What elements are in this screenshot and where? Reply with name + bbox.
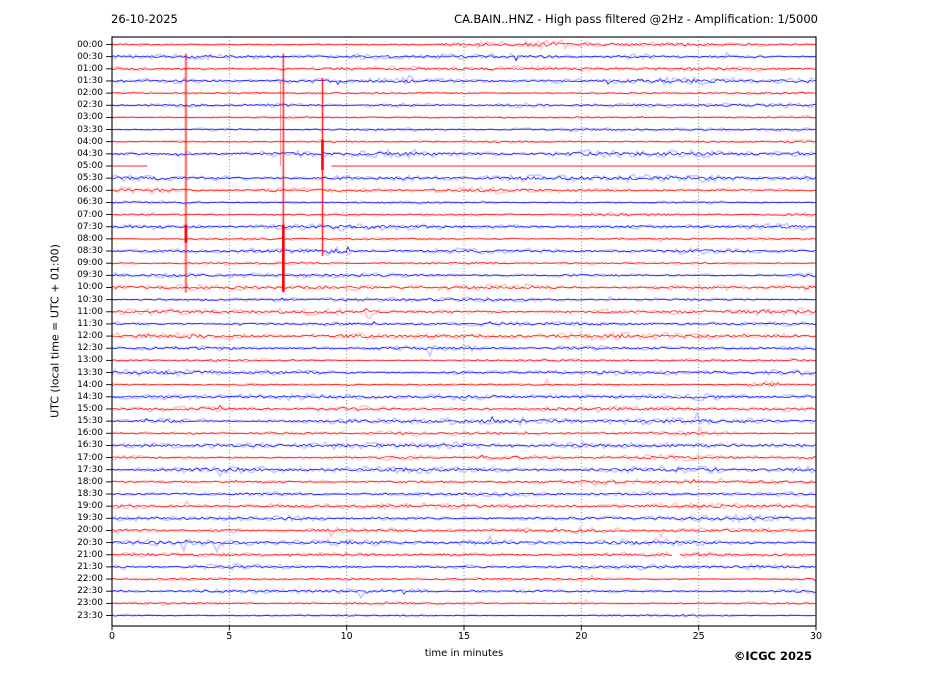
y-tick-label: 00:30: [77, 51, 103, 62]
y-tick-label: 23:00: [77, 598, 103, 609]
x-tick-label: 20: [575, 631, 588, 642]
y-tick-label: 07:30: [77, 221, 103, 232]
y-tick-label: 09:00: [77, 258, 103, 269]
y-tick-label: 15:30: [77, 416, 103, 427]
y-tick-label: 13:00: [77, 355, 103, 366]
y-tick-label: 04:00: [77, 136, 103, 147]
y-tick-label: 22:00: [77, 574, 103, 585]
y-tick-label: 05:30: [77, 173, 103, 184]
y-tick-label: 02:00: [77, 88, 103, 99]
y-tick-label: 19:00: [77, 501, 103, 512]
y-tick-label: 14:00: [77, 379, 103, 390]
y-tick-label: 12:00: [77, 331, 103, 342]
y-tick-label: 15:00: [77, 403, 103, 414]
x-axis-label: time in minutes: [424, 648, 504, 659]
y-tick-label: 17:00: [77, 452, 103, 463]
x-tick-label: 15: [457, 631, 471, 642]
y-tick-label: 18:00: [77, 476, 103, 487]
y-tick-label: 12:30: [77, 343, 103, 354]
y-tick-label: 04:30: [77, 148, 103, 159]
y-tick-label: 16:00: [77, 428, 103, 439]
y-tick-label: 16:30: [77, 440, 103, 451]
y-tick-label: 06:00: [77, 185, 103, 196]
y-tick-label: 10:30: [77, 294, 103, 305]
copyright-label: ©ICGC 2025: [733, 649, 812, 663]
y-tick-label: 20:00: [77, 525, 103, 536]
y-tick-label: 17:30: [77, 464, 103, 475]
x-tick-label: 10: [340, 631, 353, 642]
y-tick-label: 20:30: [77, 537, 103, 548]
y-tick-label: 06:30: [77, 197, 103, 208]
y-tick-label: 22:30: [77, 586, 103, 597]
y-tick-label: 19:30: [77, 513, 103, 524]
seismogram-figure: 26-10-2025 CA.BAIN..HNZ - High pass filt…: [0, 0, 927, 696]
y-tick-label: 18:30: [77, 489, 103, 499]
y-tick-label: 11:30: [77, 318, 103, 329]
y-tick-label: 08:00: [77, 233, 103, 244]
y-tick-label: 05:00: [77, 160, 103, 171]
y-tick-label: 03:00: [77, 112, 103, 123]
y-tick-label: 02:30: [77, 100, 103, 111]
seismogram-canvas: [106, 36, 817, 631]
y-tick-label: 00:00: [77, 39, 103, 50]
y-tick-label: 23:30: [77, 610, 103, 621]
x-tick-label: 25: [692, 631, 705, 642]
x-tick-label: 0: [108, 631, 116, 642]
y-tick-label: 03:30: [77, 124, 103, 135]
y-tick-label: 11:00: [77, 306, 103, 317]
x-tick-label: 30: [809, 631, 823, 642]
y-tick-label: 09:30: [77, 270, 103, 281]
y-tick-label: 13:30: [77, 367, 103, 378]
y-tick-label: 01:30: [77, 75, 103, 86]
y-tick-label: 08:30: [77, 246, 103, 257]
y-tick-label: 21:00: [77, 549, 103, 560]
y-tick-label: 14:30: [77, 391, 103, 402]
y-tick-label: 07:00: [77, 209, 103, 220]
y-tick-label: 21:30: [77, 561, 103, 572]
y-tick-label: 10:00: [77, 282, 103, 293]
y-tick-label: 01:00: [77, 63, 103, 74]
x-tick-label: 5: [226, 631, 233, 642]
